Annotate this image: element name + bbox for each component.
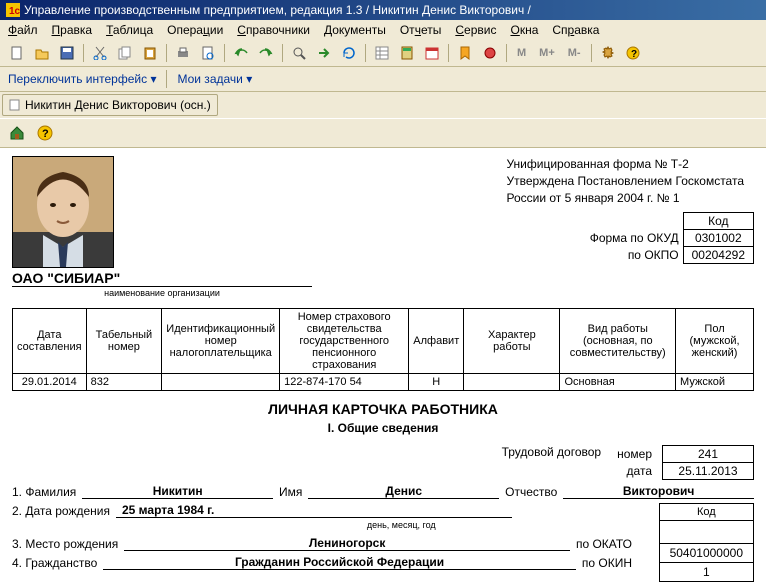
name-row: 1. Фамилия Никитин Имя Денис Отчество Ви… — [12, 484, 754, 499]
menu-documents[interactable]: Документы — [324, 23, 386, 37]
menu-table[interactable]: Таблица — [106, 23, 153, 37]
company-hint: наименование организации — [12, 288, 312, 298]
menubar: Файл Правка Таблица Операции Справочники… — [0, 20, 766, 40]
table-row: 29.01.2014 832 122-874-170 54 Н Основная… — [13, 374, 754, 391]
home-icon[interactable] — [6, 122, 28, 144]
mem-m[interactable]: M — [512, 42, 531, 64]
mem-mminus[interactable]: M- — [563, 42, 586, 64]
help2-icon[interactable]: ? — [34, 122, 56, 144]
dob-row: 2. Дата рождения 25 марта 1984 г. — [12, 503, 512, 518]
doc-icon — [9, 99, 21, 111]
cut-icon[interactable] — [89, 42, 111, 64]
save-icon[interactable] — [56, 42, 78, 64]
paste-icon[interactable] — [139, 42, 161, 64]
pob-row: 3. Место рождения Лениногорск по ОКАТО — [12, 536, 632, 551]
switch-interface-link[interactable]: Переключить интерфейс ▾ — [8, 72, 156, 86]
header-table: Дата составления Табельный номер Идентиф… — [12, 308, 754, 391]
main-toolbar: M M+ M- ? — [0, 40, 766, 67]
svg-text:?: ? — [631, 49, 637, 60]
calendar-icon[interactable] — [421, 42, 443, 64]
menu-windows[interactable]: Окна — [510, 23, 538, 37]
title-text: Управление производственным предприятием… — [24, 3, 531, 17]
preview-icon[interactable] — [197, 42, 219, 64]
dob-hint: день, месяц, год — [12, 520, 652, 530]
calc-icon[interactable] — [396, 42, 418, 64]
section-title: I. Общие сведения — [12, 421, 754, 435]
my-tasks-link[interactable]: Мои задачи ▾ — [177, 72, 252, 86]
menu-help[interactable]: Справка — [552, 23, 599, 37]
go-icon[interactable] — [313, 42, 335, 64]
refresh-icon[interactable] — [338, 42, 360, 64]
company-name: ОАО "СИБИАР" — [12, 270, 312, 287]
svg-text:1c: 1c — [9, 6, 20, 17]
doc-tab-label: Никитин Денис Викторович (осн.) — [25, 98, 211, 112]
card-title: ЛИЧНАЯ КАРТОЧКА РАБОТНИКА — [12, 401, 754, 417]
avatar-icon — [13, 157, 113, 267]
help-icon[interactable]: ? — [622, 42, 644, 64]
sub-toolbar: Переключить интерфейс ▾ Мои задачи ▾ — [0, 67, 766, 92]
grid-icon[interactable] — [371, 42, 393, 64]
local-toolbar: ? — [0, 118, 766, 148]
svg-text:?: ? — [42, 128, 49, 140]
redo-icon[interactable] — [255, 42, 277, 64]
mem-mplus[interactable]: M+ — [534, 42, 560, 64]
titlebar: 1c Управление производственным предприят… — [0, 0, 766, 20]
document-tab[interactable]: Никитин Денис Викторович (осн.) — [2, 94, 218, 116]
menu-operations[interactable]: Операции — [167, 23, 223, 37]
citizenship-row: 4. Гражданство Гражданин Российской Феде… — [12, 555, 632, 570]
menu-edit[interactable]: Правка — [52, 23, 93, 37]
contract-block: Трудовой договор номер241 дата25.11.2013 — [12, 445, 754, 480]
new-icon[interactable] — [6, 42, 28, 64]
employee-photo — [12, 156, 114, 268]
search-icon[interactable] — [288, 42, 310, 64]
menu-file[interactable]: Файл — [8, 23, 38, 37]
tool-icon[interactable] — [479, 42, 501, 64]
open-icon[interactable] — [31, 42, 53, 64]
bookmark-icon[interactable] — [454, 42, 476, 64]
menu-references[interactable]: Справочники — [237, 23, 310, 37]
side-code-table: Код 50401000000 1 — [659, 503, 754, 582]
print-icon[interactable] — [172, 42, 194, 64]
menu-service[interactable]: Сервис — [455, 23, 496, 37]
report-area: ОАО "СИБИАР" наименование организации Ун… — [0, 148, 766, 584]
menu-reports[interactable]: Отчеты — [400, 23, 442, 37]
settings-icon[interactable] — [597, 42, 619, 64]
approval-block: Унифицированная форма № Т-2 Утверждена П… — [506, 156, 744, 206]
copy-icon[interactable] — [114, 42, 136, 64]
undo-icon[interactable] — [230, 42, 252, 64]
code-block: Код Форма по ОКУД0301002 по ОКПО00204292 — [506, 212, 754, 264]
app-icon: 1c — [6, 3, 20, 17]
